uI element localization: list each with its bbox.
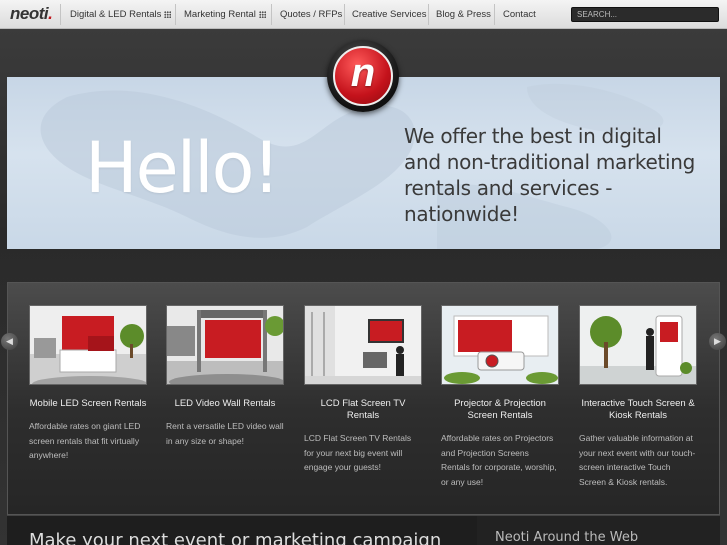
service-title[interactable]: LCD Flat Screen TV Rentals [304, 398, 422, 422]
menu-grid-icon [258, 10, 266, 18]
carousel-prev-arrow-icon[interactable]: ◀ [1, 333, 18, 350]
projector-image[interactable] [441, 305, 559, 385]
nav-divider [428, 4, 429, 25]
service-description: Rent a versatile LED video wall in any s… [166, 421, 284, 446]
nav-item-marketing-rental[interactable]: Marketing Rental [184, 9, 266, 20]
nav-divider [175, 4, 176, 25]
touch-kiosk-image[interactable] [579, 305, 697, 385]
nav-divider [60, 4, 61, 25]
nav-item-creative-services[interactable]: Creative Services [352, 9, 426, 20]
search-input[interactable] [571, 7, 719, 22]
hero-tagline: We offer the best in digital and non-tra… [404, 124, 696, 226]
nav-item-contact[interactable]: Contact [503, 9, 536, 20]
mobile-led-truck-image[interactable] [29, 305, 147, 385]
nav-divider [271, 4, 272, 25]
nav-divider [344, 4, 345, 25]
top-nav: neoti. Digital & LED Rentals Marketing R… [0, 0, 727, 29]
cta-section: Make your next event or marketing campai… [7, 515, 477, 545]
social-heading: Neoti Around the Web [495, 530, 639, 545]
led-video-wall-image[interactable] [166, 305, 284, 385]
nav-item-digital-led-rentals[interactable]: Digital & LED Rentals [70, 9, 172, 20]
service-title[interactable]: Interactive Touch Screen & Kiosk Rentals [579, 398, 697, 422]
service-title[interactable]: Mobile LED Screen Rentals [29, 398, 147, 410]
nav-item-blog-press[interactable]: Blog & Press [436, 9, 491, 20]
lcd-flat-screen-image[interactable] [304, 305, 422, 385]
nav-divider [494, 4, 495, 25]
site-logo[interactable]: neoti. [10, 4, 53, 24]
carousel-next-arrow-icon[interactable]: ▶ [709, 333, 726, 350]
service-card-touch-kiosk[interactable]: Interactive Touch Screen & Kiosk Rentals… [579, 305, 697, 489]
cta-heading: Make your next event or marketing campai… [29, 530, 442, 545]
neoti-badge-logo: n [327, 40, 399, 112]
hero-headline: Hello! [85, 127, 280, 209]
nav-item-quotes-rfps[interactable]: Quotes / RFPs [280, 9, 342, 20]
service-description: Gather valuable information at your next… [579, 433, 696, 487]
service-title[interactable]: Projector & Projection Screen Rentals [441, 398, 559, 422]
service-description: LCD Flat Screen TV Rentals for your next… [304, 433, 412, 472]
service-title[interactable]: LED Video Wall Rentals [166, 398, 284, 410]
social-section: Neoti Around the Web [477, 515, 720, 545]
menu-grid-icon [164, 10, 172, 18]
service-card-led-video-wall[interactable]: LED Video Wall Rentals Rent a versatile … [166, 305, 284, 448]
service-card-mobile-led[interactable]: Mobile LED Screen Rentals Affordable rat… [29, 305, 147, 463]
service-card-lcd-flat-screen[interactable]: LCD Flat Screen TV Rentals LCD Flat Scre… [304, 305, 422, 475]
service-description: Affordable rates on Projectors and Proje… [441, 433, 557, 487]
service-card-projector[interactable]: Projector & Projection Screen Rentals Af… [441, 305, 559, 489]
service-description: Affordable rates on giant LED screen ren… [29, 421, 141, 460]
